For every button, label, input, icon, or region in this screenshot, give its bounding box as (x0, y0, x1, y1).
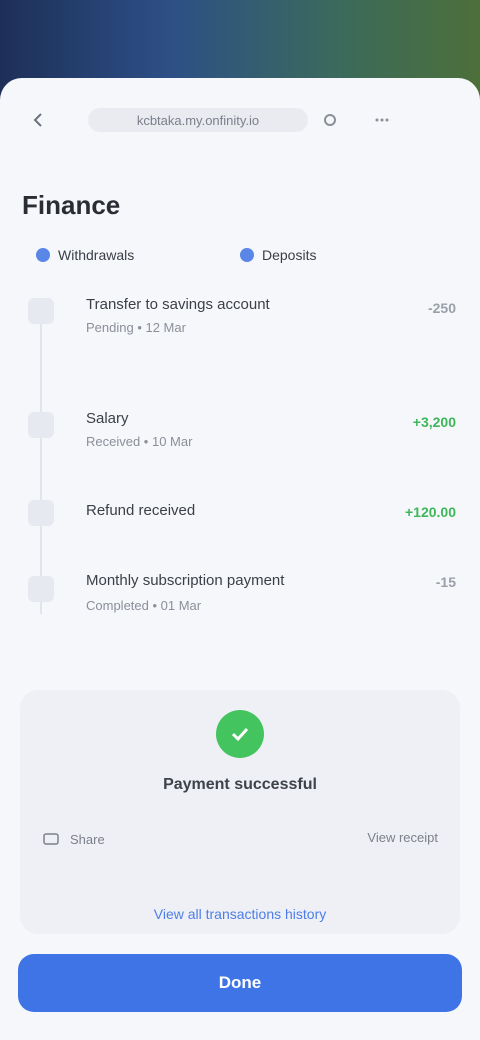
salary-icon (28, 412, 54, 438)
transaction-title: Refund received (86, 502, 196, 519)
tab-label: Withdrawals (58, 247, 135, 263)
transaction-amount: -250 (427, 300, 456, 316)
transaction-subtitle: Pending • 12 Mar (86, 320, 186, 335)
summary-card: Payment successful Share View receipt (20, 690, 460, 934)
timeline-line (40, 314, 42, 614)
tab-label: Deposits (262, 247, 317, 263)
refund-icon (28, 500, 54, 526)
tab-withdrawals[interactable]: Withdrawals (36, 242, 134, 268)
checkmark-icon (216, 710, 264, 758)
refresh-icon[interactable] (318, 108, 342, 132)
url-bar[interactable]: kcbtaka.my.onfinity.io (88, 108, 308, 132)
app-sheet: kcbtaka.my.onfinity.io Finance Withdrawa… (0, 78, 480, 1040)
share-button[interactable]: Share (42, 830, 105, 848)
transaction-title: Transfer to savings account (86, 296, 270, 313)
transaction-amount: -15 (435, 574, 456, 590)
share-label: Share (70, 831, 105, 847)
success-message: Payment successful (163, 776, 317, 793)
tab-indicator-icon (36, 248, 50, 262)
subscription-icon (28, 576, 54, 602)
top-bar: kcbtaka.my.onfinity.io (0, 78, 480, 154)
transaction-amount: +3,200 (412, 414, 456, 430)
transaction-title: Monthly subscription payment (86, 572, 285, 589)
tab-deposits[interactable]: Deposits (240, 242, 316, 268)
page-title: Finance (22, 190, 121, 220)
view-receipt-link[interactable]: View receipt (367, 830, 438, 845)
transaction-subtitle: Received • 10 Mar (86, 434, 193, 449)
back-icon[interactable] (22, 104, 54, 136)
share-icon (43, 833, 59, 845)
url-text: kcbtaka.my.onfinity.io (136, 112, 260, 128)
transfer-icon (28, 298, 54, 324)
transaction-title: Salary (86, 410, 129, 427)
transaction-subtitle: Completed • 01 Mar (86, 598, 202, 613)
more-icon[interactable] (370, 108, 394, 132)
tab-indicator-icon (240, 248, 254, 262)
done-button[interactable]: Done (18, 954, 462, 1012)
history-link[interactable]: View all transactions history (0, 906, 480, 922)
transaction-amount: +120.00 (405, 504, 456, 520)
